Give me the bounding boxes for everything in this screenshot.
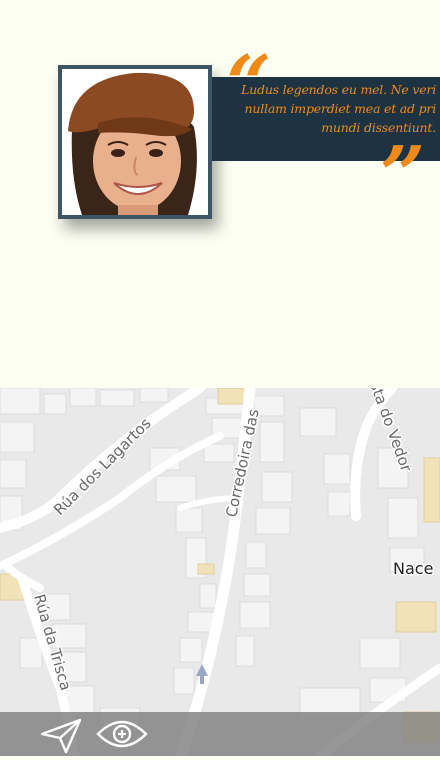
eye-plus-icon [96, 720, 148, 748]
view-button[interactable] [96, 712, 148, 756]
map-view[interactable]: Rúa dos Lagartos Corredoira das Rúa da T… [0, 388, 440, 756]
woman-portrait-image [62, 69, 208, 215]
paper-plane-icon [40, 718, 82, 754]
bottom-toolbar [0, 712, 440, 756]
testimonial-section: Ludus legendos eu mel. Ne veri nullam im… [0, 0, 440, 388]
street-label-lagartos: Rúa dos Lagartos [50, 414, 155, 519]
testimonial-photo [58, 65, 212, 219]
map-canvas[interactable]: Rúa dos Lagartos Corredoira das Rúa da T… [0, 388, 440, 756]
send-button[interactable] [38, 712, 84, 756]
place-label: Nace [393, 559, 433, 578]
